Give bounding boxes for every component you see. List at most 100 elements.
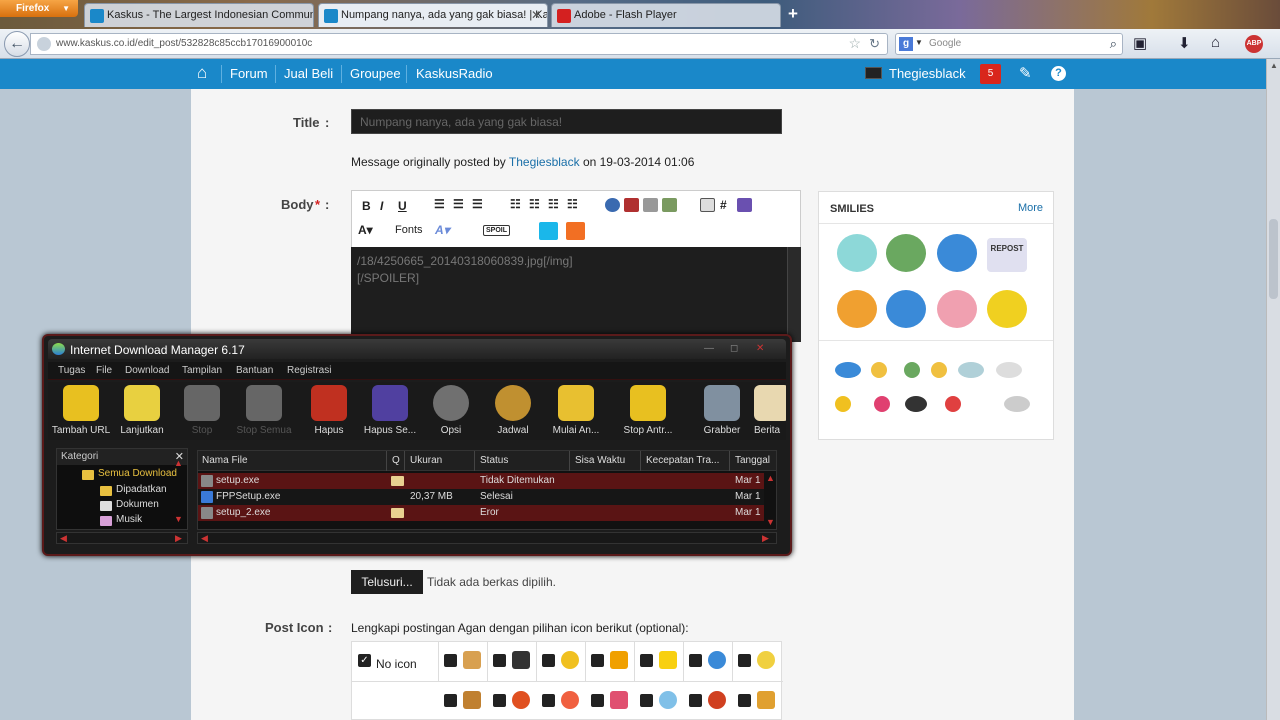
- smiley-small-icon[interactable]: [945, 396, 961, 412]
- help-icon[interactable]: ?: [1051, 66, 1066, 81]
- scroll-down-icon[interactable]: ▼: [174, 514, 183, 524]
- search-icon[interactable]: ⌕: [1110, 36, 1117, 52]
- post-icon-radio[interactable]: [542, 654, 555, 667]
- table-row[interactable]: FPPSetup.exe 20,37 MB Selesai Mar 1: [198, 489, 764, 505]
- smiley-icon[interactable]: [886, 290, 926, 328]
- search-box[interactable]: g ▼ Google ⌕: [895, 33, 1123, 55]
- pencil-icon[interactable]: ✎: [1019, 64, 1032, 82]
- scroll-down-icon[interactable]: ▼: [766, 517, 775, 527]
- indent-icon[interactable]: ☷: [567, 197, 578, 211]
- image-icon[interactable]: [662, 198, 677, 212]
- col-filename[interactable]: Nama File: [202, 455, 248, 466]
- link-icon[interactable]: [605, 198, 620, 212]
- clear-format-icon[interactable]: [737, 198, 752, 212]
- no-icon-checkbox[interactable]: ✓: [358, 654, 371, 667]
- hash-button[interactable]: #: [720, 198, 727, 212]
- italic-button[interactable]: I: [380, 199, 383, 213]
- smiley-small-icon[interactable]: [1004, 396, 1030, 412]
- post-icon-radio[interactable]: [640, 694, 653, 707]
- minimize-icon[interactable]: —: [704, 343, 714, 354]
- category-all[interactable]: Semua Download: [98, 468, 177, 479]
- username-link[interactable]: Thegiesblack: [889, 66, 966, 81]
- numbered-list-icon[interactable]: ☷: [529, 197, 540, 211]
- bookmark-star-icon[interactable]: ☆: [848, 35, 861, 52]
- menu-tampilan[interactable]: Tampilan: [182, 365, 222, 376]
- stop-button[interactable]: Stop: [172, 382, 232, 440]
- stop-all-button[interactable]: Stop Semua: [232, 382, 296, 440]
- start-queue-button[interactable]: Mulai An...: [546, 382, 606, 440]
- idm-title-bar[interactable]: Internet Download Manager 6.17 — ◻ ✕: [48, 339, 786, 359]
- bold-button[interactable]: B: [362, 199, 371, 213]
- bookmarks-icon[interactable]: ▣: [1133, 34, 1147, 52]
- grabber-button[interactable]: Grabber: [692, 382, 752, 440]
- scroll-up-icon[interactable]: ▲: [1270, 61, 1278, 70]
- smiley-small-icon[interactable]: [905, 396, 927, 412]
- unlink-icon[interactable]: [624, 198, 639, 212]
- maximize-icon[interactable]: ◻: [730, 343, 738, 354]
- menu-tugas[interactable]: Tugas: [58, 365, 85, 376]
- category-hscroll[interactable]: ◀ ▶: [56, 532, 188, 544]
- stop-queue-button[interactable]: Stop Antr...: [616, 382, 680, 440]
- category-documents[interactable]: Dokumen: [116, 499, 159, 510]
- smiley-icon[interactable]: [987, 290, 1027, 328]
- post-icon-radio[interactable]: [640, 654, 653, 667]
- page-scrollbar[interactable]: ▲: [1266, 59, 1280, 720]
- smiley-small-icon[interactable]: [931, 362, 947, 378]
- align-left-icon[interactable]: ☰: [434, 197, 445, 211]
- col-size[interactable]: Ukuran: [410, 455, 442, 466]
- post-icon-radio[interactable]: [493, 694, 506, 707]
- bullet-list-icon[interactable]: ☷: [510, 197, 521, 211]
- author-link[interactable]: Thegiesblack: [509, 155, 580, 169]
- underline-button[interactable]: U: [398, 199, 407, 213]
- scroll-right-icon[interactable]: ▶: [175, 533, 182, 544]
- smiley-icon[interactable]: [937, 290, 977, 328]
- close-tab-icon[interactable]: ✕: [531, 8, 541, 22]
- nav-jual-beli[interactable]: Jual Beli: [284, 66, 333, 81]
- post-icon-radio[interactable]: [493, 654, 506, 667]
- post-icon-radio[interactable]: [591, 654, 604, 667]
- col-speed[interactable]: Kecepatan Tra...: [646, 455, 719, 466]
- tab-edit-post[interactable]: Numpang nanya, ada yang gak biasa! | Kas…: [318, 3, 548, 27]
- col-status[interactable]: Status: [480, 455, 508, 466]
- category-compressed[interactable]: Dipadatkan: [116, 484, 167, 495]
- notification-badge[interactable]: 5: [980, 64, 1001, 84]
- smiley-small-icon[interactable]: [996, 362, 1022, 378]
- repost-smiley-icon[interactable]: REPOST: [987, 238, 1027, 272]
- smiley-icon[interactable]: [937, 234, 977, 272]
- tab-kaskus-home[interactable]: Kaskus - The Largest Indonesian Communit…: [84, 3, 314, 27]
- nav-kaskusradio[interactable]: KaskusRadio: [416, 66, 493, 81]
- nav-groupee[interactable]: Groupee: [350, 66, 401, 81]
- scheduler-button[interactable]: Jadwal: [484, 382, 542, 440]
- site-identity-icon[interactable]: [37, 37, 51, 51]
- category-music[interactable]: Musik: [116, 514, 142, 525]
- post-icon-radio[interactable]: [689, 694, 702, 707]
- smiley-icon[interactable]: [886, 234, 926, 272]
- scroll-right-icon[interactable]: ▶: [762, 533, 769, 544]
- body-textarea[interactable]: /18/4250665_20140318060839.jpg[/img] [/S…: [351, 247, 801, 342]
- col-queue[interactable]: Q: [392, 455, 400, 466]
- image-upload-icon[interactable]: [643, 198, 658, 212]
- delete-all-button[interactable]: Hapus Se...: [360, 382, 420, 440]
- post-icon-radio[interactable]: [738, 694, 751, 707]
- smiley-small-icon[interactable]: [835, 396, 851, 412]
- scroll-up-icon[interactable]: ▲: [766, 473, 775, 483]
- resume-button[interactable]: Lanjutkan: [112, 382, 172, 440]
- avatar[interactable]: [865, 67, 882, 79]
- options-button[interactable]: Opsi: [422, 382, 480, 440]
- col-time-left[interactable]: Sisa Waktu: [575, 455, 625, 466]
- google-icon[interactable]: g: [899, 37, 913, 51]
- scroll-left-icon[interactable]: ◀: [60, 533, 67, 544]
- post-icon-radio[interactable]: [444, 694, 457, 707]
- home-icon[interactable]: ⌂: [1211, 34, 1220, 51]
- smiley-small-icon[interactable]: [958, 362, 984, 378]
- menu-download[interactable]: Download: [125, 365, 169, 376]
- menu-file[interactable]: File: [96, 365, 112, 376]
- post-icon-radio[interactable]: [591, 694, 604, 707]
- browse-button[interactable]: Telusuri...: [351, 570, 423, 594]
- menu-registrasi[interactable]: Registrasi: [287, 365, 331, 376]
- post-icon-radio[interactable]: [444, 654, 457, 667]
- news-button[interactable]: Berita: [754, 382, 786, 440]
- add-url-button[interactable]: Tambah URL: [50, 382, 112, 440]
- soundcloud-icon[interactable]: [566, 222, 585, 240]
- vimeo-icon[interactable]: [539, 222, 558, 240]
